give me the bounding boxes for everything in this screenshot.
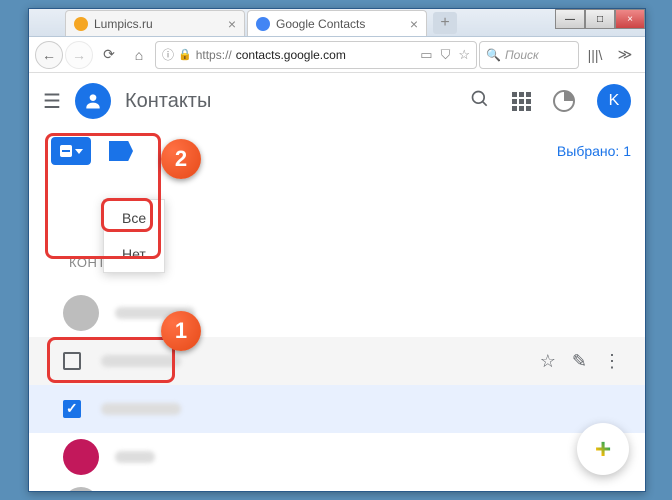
plus-icon: + bbox=[595, 433, 611, 465]
header-actions: K bbox=[470, 84, 631, 118]
contacts-logo bbox=[75, 83, 111, 119]
contact-name bbox=[115, 451, 155, 463]
reader-icon[interactable]: ▭ bbox=[420, 47, 432, 63]
close-button[interactable]: × bbox=[615, 9, 645, 29]
label-button[interactable] bbox=[109, 141, 133, 161]
forward-button[interactable]: → bbox=[65, 41, 93, 69]
contact-name bbox=[101, 355, 181, 367]
tab-icon bbox=[74, 17, 88, 31]
close-icon[interactable]: × bbox=[410, 16, 418, 32]
search-placeholder: Поиск bbox=[505, 48, 539, 62]
reload-icon: ⟳ bbox=[103, 46, 115, 63]
row-actions: ☆ ✎ ⋮ bbox=[540, 351, 621, 372]
tab-title: Lumpics.ru bbox=[94, 17, 153, 31]
selection-toolbar: Выбрано: 1 bbox=[29, 129, 645, 173]
lock-icon: 🔒 bbox=[178, 48, 192, 61]
info-icon[interactable]: ⓘ bbox=[162, 46, 174, 63]
contact-checkbox[interactable] bbox=[63, 400, 81, 418]
dropdown-item-all[interactable]: Все bbox=[104, 200, 164, 236]
navbar: ← → ⟳ ⌂ ⓘ 🔒 https:// contacts.google.com … bbox=[29, 37, 645, 73]
contact-row[interactable] bbox=[29, 289, 645, 337]
notifications-button[interactable] bbox=[553, 90, 575, 112]
titlebar: Lumpics.ru × Google Contacts × + — □ × bbox=[29, 9, 645, 37]
contact-avatar bbox=[63, 487, 99, 491]
app-title: Контакты bbox=[125, 90, 211, 113]
contact-row[interactable] bbox=[29, 433, 645, 481]
close-icon[interactable]: × bbox=[228, 16, 236, 32]
contact-row[interactable] bbox=[29, 385, 645, 433]
back-icon: ← bbox=[42, 47, 56, 63]
url-bar[interactable]: ⓘ 🔒 https:// contacts.google.com ▭ ⛉ ☆ bbox=[155, 41, 477, 69]
menu-button[interactable]: ☰ bbox=[43, 89, 61, 114]
library-icon: |||\ bbox=[588, 47, 603, 63]
page-content: ☰ Контакты K Выбрано: 1 КОНТ bbox=[29, 73, 645, 491]
account-avatar[interactable]: K bbox=[597, 84, 631, 118]
maximize-button[interactable]: □ bbox=[585, 9, 615, 29]
contact-avatar bbox=[63, 295, 99, 331]
browser-window: Lumpics.ru × Google Contacts × + — □ × ←… bbox=[28, 8, 646, 492]
star-icon[interactable]: ☆ bbox=[540, 351, 556, 372]
app-header: ☰ Контакты K bbox=[29, 73, 645, 129]
dropdown-item-none[interactable]: Нет bbox=[104, 236, 164, 272]
contact-row[interactable] bbox=[29, 481, 645, 491]
selected-count: Выбрано: 1 bbox=[557, 143, 631, 159]
home-button[interactable]: ⌂ bbox=[125, 41, 153, 69]
new-tab-button[interactable]: + bbox=[433, 12, 457, 34]
edit-icon[interactable]: ✎ bbox=[572, 351, 587, 372]
url-host: contacts.google.com bbox=[236, 48, 346, 62]
back-button[interactable]: ← bbox=[35, 41, 63, 69]
minimize-button[interactable]: — bbox=[555, 9, 585, 29]
tab-lumpics[interactable]: Lumpics.ru × bbox=[65, 10, 245, 36]
home-icon: ⌂ bbox=[135, 47, 143, 63]
bookmark-icon[interactable]: ☆ bbox=[458, 47, 470, 63]
window-controls: — □ × bbox=[555, 9, 645, 29]
forward-icon: → bbox=[72, 47, 86, 63]
tab-icon bbox=[256, 17, 270, 31]
url-scheme: https:// bbox=[196, 48, 232, 62]
shield-icon[interactable]: ⛉ bbox=[441, 47, 451, 63]
apps-button[interactable] bbox=[512, 92, 531, 111]
contact-avatar bbox=[63, 439, 99, 475]
contact-name bbox=[115, 307, 195, 319]
search-icon: 🔍 bbox=[486, 48, 501, 62]
library-button[interactable]: |||\ bbox=[581, 41, 609, 69]
select-dropdown: Все Нет bbox=[103, 199, 165, 273]
indeterminate-icon bbox=[60, 145, 72, 157]
contact-row[interactable]: ☆ ✎ ⋮ bbox=[29, 337, 645, 385]
tab-title: Google Contacts bbox=[276, 17, 365, 31]
url-actions: ▭ ⛉ ☆ bbox=[420, 47, 470, 63]
add-contact-fab[interactable]: + bbox=[577, 423, 629, 475]
search-button[interactable] bbox=[470, 89, 490, 114]
chevron-down-icon bbox=[75, 149, 83, 154]
search-box[interactable]: 🔍 Поиск bbox=[479, 41, 579, 69]
select-all-button[interactable] bbox=[51, 137, 91, 165]
more-icon: ≫ bbox=[618, 46, 633, 63]
overflow-button[interactable]: ≫ bbox=[611, 41, 639, 69]
contact-name bbox=[101, 403, 181, 415]
contact-checkbox[interactable] bbox=[63, 352, 81, 370]
more-icon[interactable]: ⋮ bbox=[603, 351, 621, 372]
tab-google-contacts[interactable]: Google Contacts × bbox=[247, 10, 427, 36]
reload-button[interactable]: ⟳ bbox=[95, 41, 123, 69]
